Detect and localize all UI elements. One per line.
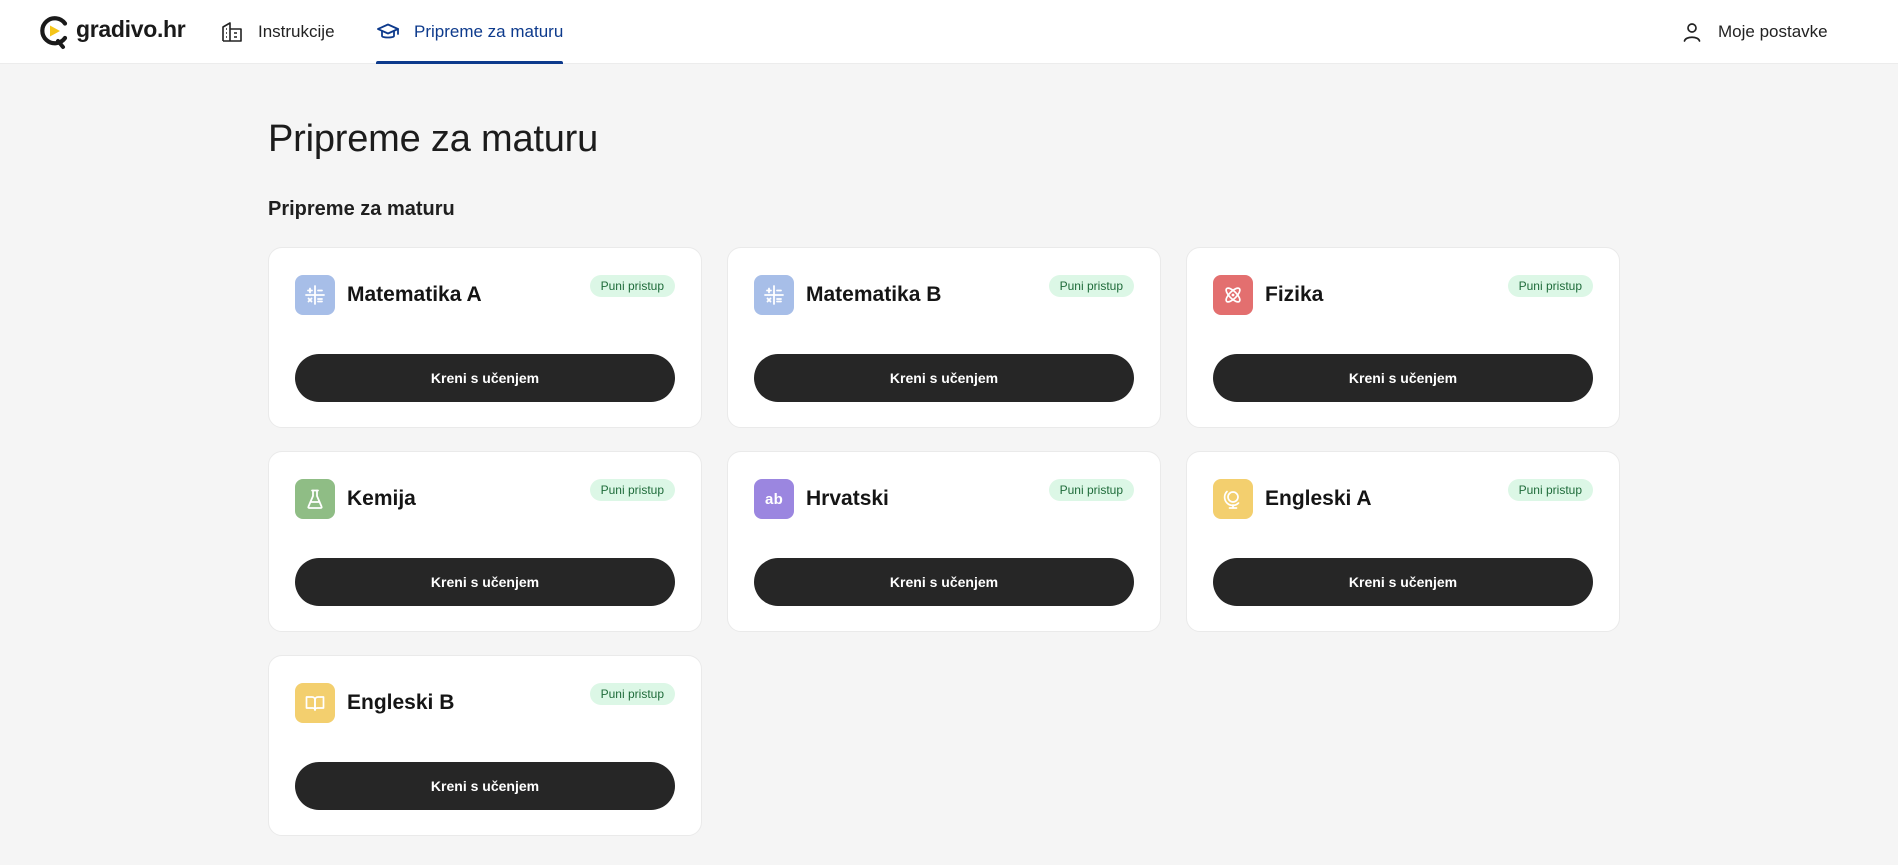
start-learning-button[interactable]: Kreni s učenjem [295, 354, 675, 402]
subject-card-matematika-a: Matematika A Puni pristup Kreni s učenje… [268, 247, 702, 428]
atom-icon [1213, 275, 1253, 315]
top-navigation-bar: gradivo.hr Instrukcije Pripreme za matur… [0, 0, 1898, 64]
building-icon [222, 22, 242, 42]
ab-icon-text: ab [765, 490, 783, 508]
logo-icon [40, 16, 68, 49]
nav-moje-postavke[interactable]: Moje postavke [1680, 0, 1828, 64]
start-learning-button[interactable]: Kreni s učenjem [295, 762, 675, 810]
graduation-cap-icon [377, 23, 399, 39]
access-badge: Puni pristup [1507, 275, 1593, 297]
nav-moje-postavke-label: Moje postavke [1718, 22, 1828, 41]
globe-icon [1213, 479, 1253, 519]
nav-pripreme-za-maturu[interactable]: Pripreme za maturu [376, 0, 564, 64]
math-icon [754, 275, 794, 315]
nav-pripreme-za-maturu-label: Pripreme za maturu [414, 22, 564, 41]
subject-card-kemija: Kemija Puni pristup Kreni s učenjem [268, 451, 702, 632]
subject-title: Matematika A [347, 283, 482, 306]
logo[interactable]: gradivo.hr [38, 14, 186, 50]
subject-card-engleski-b: Engleski B Puni pristup Kreni s učenjem [268, 655, 702, 836]
logo-text: gradivo.hr [76, 15, 186, 42]
subject-title: Engleski B [347, 691, 455, 714]
access-badge: Puni pristup [589, 479, 675, 501]
nav-instrukcije-label: Instrukcije [258, 22, 335, 41]
subject-title: Engleski A [1265, 487, 1372, 510]
subject-title: Hrvatski [806, 487, 889, 510]
subject-card-fizika: Fizika Puni pristup Kreni s učenjem [1186, 247, 1620, 428]
page-title: Pripreme za maturu [268, 118, 599, 160]
start-learning-button[interactable]: Kreni s učenjem [754, 354, 1134, 402]
subject-title: Fizika [1265, 283, 1324, 306]
start-learning-button[interactable]: Kreni s učenjem [295, 558, 675, 606]
start-learning-button[interactable]: Kreni s učenjem [1213, 354, 1593, 402]
subject-card-hrvatski: ab Hrvatski Puni pristup Kreni s učenjem [727, 451, 1161, 632]
access-badge: Puni pristup [589, 275, 675, 297]
subject-card-engleski-a: Engleski A Puni pristup Kreni s učenjem [1186, 451, 1620, 632]
user-icon [1683, 23, 1701, 42]
start-learning-button[interactable]: Kreni s učenjem [754, 558, 1134, 606]
access-badge: Puni pristup [1507, 479, 1593, 501]
flask-icon [295, 479, 335, 519]
subject-title: Kemija [347, 487, 416, 510]
access-badge: Puni pristup [1048, 479, 1134, 501]
nav-instrukcije[interactable]: Instrukcije [220, 0, 335, 64]
math-icon [295, 275, 335, 315]
ab-icon: ab [754, 479, 794, 519]
subject-grid: Matematika A Puni pristup Kreni s učenje… [268, 247, 1620, 836]
start-learning-button[interactable]: Kreni s učenjem [1213, 558, 1593, 606]
section-title: Pripreme za maturu [268, 198, 455, 220]
subject-card-matematika-b: Matematika B Puni pristup Kreni s učenje… [727, 247, 1161, 428]
access-badge: Puni pristup [1048, 275, 1134, 297]
access-badge: Puni pristup [589, 683, 675, 705]
subject-title: Matematika B [806, 283, 942, 306]
book-icon [295, 683, 335, 723]
